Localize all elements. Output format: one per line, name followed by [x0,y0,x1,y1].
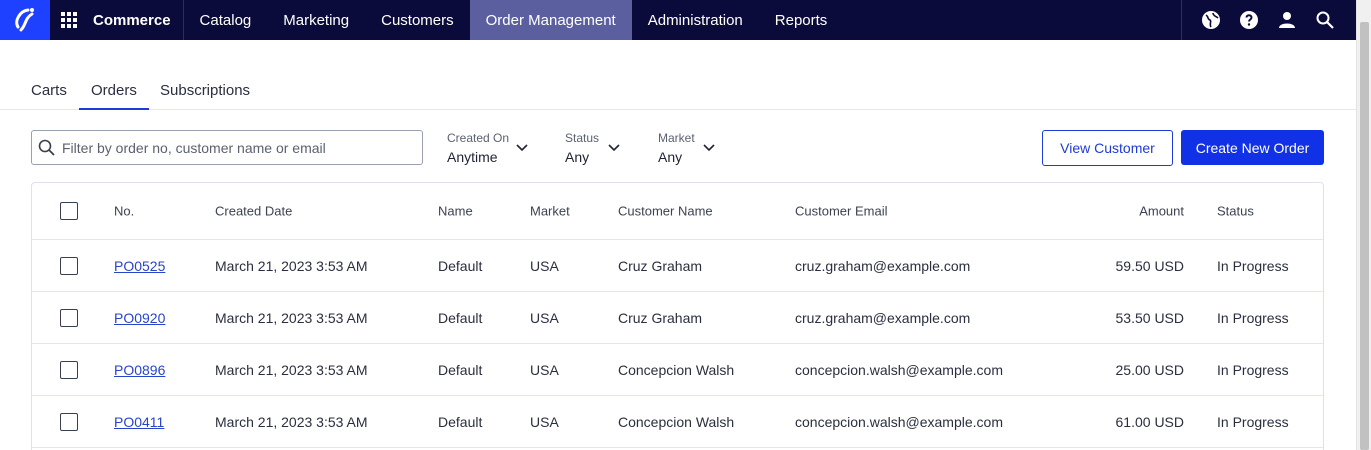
market: USA [530,309,559,326]
market-filter[interactable]: Market Any [658,131,723,165]
top-navigation-bar: Commerce Catalog Marketing Customers Ord… [0,0,1356,40]
column-header-market[interactable]: Market [530,204,570,219]
market: USA [530,257,559,274]
market: USA [530,361,559,378]
row-checkbox[interactable] [60,360,78,379]
search-input[interactable] [62,139,402,156]
table-row[interactable]: PO0525 March 21, 2023 3:53 AM Default US… [32,240,1323,292]
table-row[interactable]: PO0896 March 21, 2023 3:53 AM Default US… [32,344,1323,396]
customer-name: Cruz Graham [618,257,703,274]
created-on-filter[interactable]: Created On Anytime [447,131,537,165]
status-filter[interactable]: Status Any [565,131,630,165]
table-row[interactable]: PO0920 March 21, 2023 3:53 AM Default US… [32,292,1323,344]
help-icon[interactable] [1230,0,1268,40]
nav-administration[interactable]: Administration [632,0,759,40]
customer-name: Concepcion Walsh [618,361,735,378]
customer-name: Concepcion Walsh [618,413,735,430]
status: In Progress [1217,257,1289,274]
order-name: Default [438,257,483,274]
tab-orders[interactable]: Orders [79,82,149,110]
column-header-created-date[interactable]: Created Date [215,204,292,219]
created-date: March 21, 2023 3:53 AM [215,257,368,274]
amount: 53.50 USD [1115,309,1184,326]
table-header-row: No. Created Date Name Market Customer Na… [32,183,1323,240]
column-header-name[interactable]: Name [438,204,473,219]
create-new-order-button[interactable]: Create New Order [1181,130,1324,165]
brand-name[interactable]: Commerce [88,0,184,40]
market: USA [530,413,559,430]
customer-email: concepcion.walsh@example.com [795,413,1003,430]
sub-tabs: Carts Orders Subscriptions [0,70,1356,110]
customer-email: cruz.graham@example.com [795,257,971,274]
status: In Progress [1217,309,1289,326]
amount: 59.50 USD [1115,257,1184,274]
column-header-no[interactable]: No. [114,204,134,219]
created-date: March 21, 2023 3:53 AM [215,309,368,326]
amount: 25.00 USD [1115,361,1184,378]
orders-table: No. Created Date Name Market Customer Na… [31,182,1324,450]
chevron-down-icon [703,144,715,152]
created-date: March 21, 2023 3:53 AM [215,361,368,378]
order-name: Default [438,413,483,430]
order-search-box[interactable] [31,130,423,165]
customer-email: concepcion.walsh@example.com [795,361,1003,378]
tab-subscriptions[interactable]: Subscriptions [148,82,262,110]
chevron-down-icon [608,144,620,152]
row-checkbox[interactable] [60,256,78,275]
status: In Progress [1217,361,1289,378]
scrollbar-thumb[interactable] [1360,22,1369,450]
apps-grid-icon[interactable] [50,0,88,40]
column-header-customer-email[interactable]: Customer Email [795,204,887,219]
column-header-status[interactable]: Status [1217,204,1254,219]
row-checkbox[interactable] [60,412,78,431]
vertical-scrollbar[interactable] [1356,0,1371,450]
order-number-link[interactable]: PO0411 [114,414,164,430]
nav-marketing[interactable]: Marketing [267,0,365,40]
user-icon[interactable] [1268,0,1306,40]
order-number-link[interactable]: PO0525 [114,258,165,274]
order-number-link[interactable]: PO0896 [114,362,165,378]
nav-customers[interactable]: Customers [365,0,470,40]
tab-carts[interactable]: Carts [19,82,79,110]
column-header-customer-name[interactable]: Customer Name [618,204,713,219]
order-name: Default [438,361,483,378]
created-date: March 21, 2023 3:53 AM [215,413,368,430]
chevron-down-icon [516,144,528,152]
nav-order-management[interactable]: Order Management [469,0,632,40]
nav-catalog[interactable]: Catalog [184,0,268,40]
order-name: Default [438,309,483,326]
app-logo-icon[interactable] [0,0,50,40]
search-icon [38,139,55,156]
table-row[interactable]: PO0411 March 21, 2023 3:53 AM Default US… [32,396,1323,448]
globe-icon[interactable] [1192,0,1230,40]
row-checkbox[interactable] [60,308,78,327]
column-header-amount[interactable]: Amount [1064,204,1184,219]
amount: 61.00 USD [1115,413,1184,430]
nav-utility-icons [1181,0,1356,40]
nav-reports[interactable]: Reports [759,0,844,40]
customer-email: cruz.graham@example.com [795,309,971,326]
status: In Progress [1217,413,1289,430]
search-icon[interactable] [1306,0,1344,40]
view-customer-button[interactable]: View Customer [1042,130,1173,166]
select-all-checkbox[interactable] [60,202,78,220]
customer-name: Cruz Graham [618,309,703,326]
order-number-link[interactable]: PO0920 [114,310,165,326]
